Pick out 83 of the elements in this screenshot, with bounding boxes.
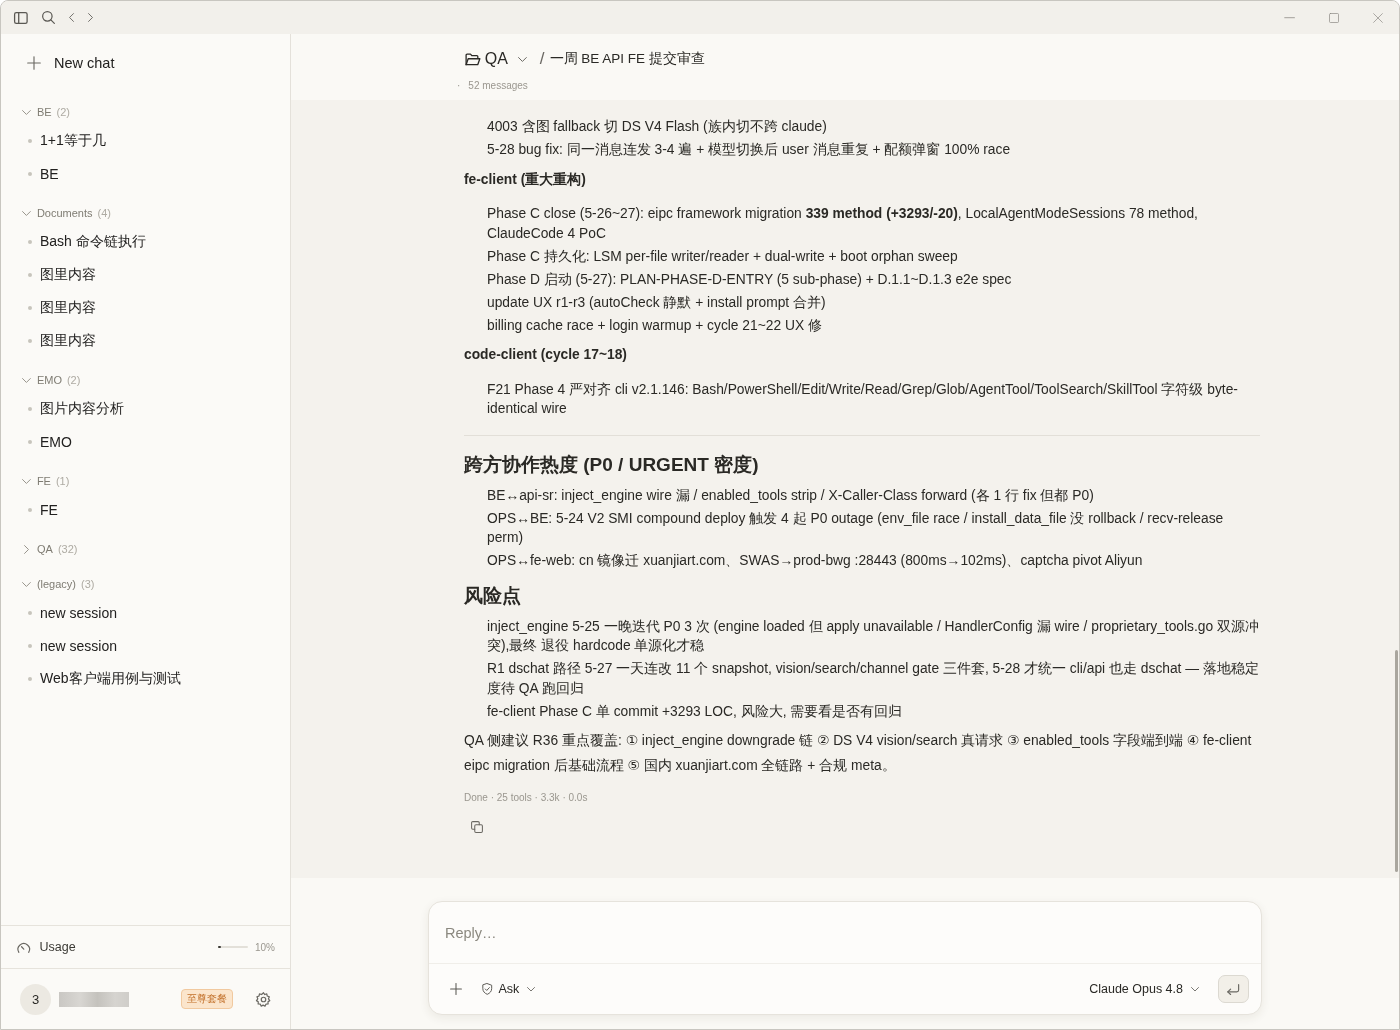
section-subheading: fe-client (重大重构) (464, 170, 587, 189)
chat-list-item[interactable]: 图里内容 (13, 291, 278, 324)
mode-dropdown[interactable]: Ask (478, 977, 540, 1001)
chat-list-item[interactable]: BE (13, 157, 278, 190)
reply-composer[interactable]: Reply… Ask Claude Opus 4.8 (428, 901, 1262, 1015)
folder-group-toggle[interactable]: Documents (4) (13, 201, 111, 225)
settings-icon[interactable] (256, 991, 271, 1007)
bullet-dot-icon (28, 406, 32, 411)
folder-group-toggle[interactable]: EMO (2) (13, 368, 81, 392)
return-icon (1227, 983, 1240, 995)
list-item-text: OPS↔BE: 5-24 V2 SMI compound deploy 触发 4 起 P0 outage (env_file race / install_data_file 没 rollback / recv-release perm) (487, 509, 1225, 547)
bullet-dot-icon (28, 643, 32, 648)
list-item-text: fe-client Phase C 单 commit +3293 LOC, 风险大, 需要看是否有回归 (487, 702, 904, 721)
close-icon[interactable] (1373, 12, 1383, 23)
usage-label: Usage (39, 940, 76, 954)
folder-group-toggle[interactable]: QA (32) (13, 537, 78, 561)
section-heading: 跨方协作热度 (P0 / URGENT 密度) (464, 452, 760, 477)
reply-input-field[interactable]: Reply… (429, 902, 1261, 964)
chat-list-item[interactable]: Bash 命令链执行 (13, 225, 278, 258)
list-item-text: inject_engine 5-25 一晚迭代 P0 3 次 (engine loaded 但 apply unavailable / HandlerConfig 漏 wire / proprietary_tools.go 双源冲突),最终 退役 hardcode 单源化才稳 (487, 617, 1260, 655)
bullet-dot-icon (28, 239, 32, 244)
list-item-text: billing cache race + login warmup + cycle 21~22 UX 修 (487, 316, 823, 335)
plus-icon (450, 983, 462, 995)
chat-title: 一周 BE API FE 提交审查 (549, 50, 705, 68)
folder-icon (465, 52, 481, 66)
list-item-text: Phase C 持久化: LSM per-file writer/reader + dual-write + boot orphan sweep (487, 247, 959, 266)
caret-icon (1191, 986, 1199, 992)
folder-group-toggle[interactable]: BE (2) (13, 100, 70, 124)
folder-group-toggle[interactable]: (legacy) (3) (13, 572, 95, 596)
bullet-dot-icon (28, 272, 32, 277)
bullet-dot-icon (28, 338, 32, 343)
paragraph-text: QA 侧建议 R36 重点覆盖: ① inject_engine downgrade 链 ② DS V4 vision/search 真请求 ③ enabled_tools 字段端到端 ④ fe-client eipc migration 后基础流程 ⑤ 国内 xuanjiart.com 全链路 + 合规 meta。 (464, 731, 1253, 775)
breadcrumb-separator: / (539, 49, 545, 69)
shield-check-icon (482, 983, 493, 995)
list-item-text: update UX r1-r3 (autoCheck 静默 + install prompt 合并) (487, 293, 827, 312)
chat-list-item[interactable]: 图片内容分析 (13, 392, 278, 425)
folder-group-toggle[interactable]: FE (1) (13, 469, 70, 493)
bullet-dot-icon (28, 138, 32, 143)
bullet-dot-icon (28, 171, 32, 176)
section-heading: 风险点 (464, 583, 522, 608)
model-dropdown[interactable]: Claude Opus 4.8 (1085, 977, 1203, 1001)
meta-separator: · (457, 79, 461, 91)
bullet-dot-icon (28, 439, 32, 444)
caret-icon (527, 986, 536, 992)
blurred-name-block (59, 991, 129, 1007)
chat-list-item[interactable]: EMO (13, 425, 278, 458)
chat-list-item[interactable]: FE (13, 493, 278, 526)
list-item-text: 5-28 bug fix: 同一消息连发 3-4 遍 + 模型切换后 user 消息重复 + 配额弹窗 100% race (487, 141, 1012, 159)
list-item-text: Phase C close (5-26~27): eipc framework migration 339 method (+3293/-20), LocalAgentModeSessions 78 method, ClaudeCode 4 PoC (487, 205, 1199, 243)
section-subheading: code-client (cycle 17~18) (464, 346, 628, 364)
plus-icon (27, 56, 41, 70)
send-button[interactable] (1218, 975, 1249, 1003)
list-item-text: F21 Phase 4 严对齐 cli v2.1.146: Bash/PowerShell/Edit/Write/Read/Grep/Glob/AgentTool/ToolSearch/SkillTool 字符级 byte-identical wire (487, 380, 1239, 418)
scrollbar-thumb[interactable] (1395, 650, 1398, 872)
bullet-dot-icon (28, 305, 32, 310)
chat-list-item[interactable]: new session (13, 596, 278, 629)
copy-icon (471, 821, 483, 833)
plan-badge: 至尊套餐 (181, 989, 233, 1009)
chat-list-item[interactable]: 图里内容 (13, 258, 278, 291)
message-count: 52 messages (468, 79, 528, 91)
response-status: Done · 25 tools · 3.3k · 0.0s (464, 791, 589, 805)
chat-list-item[interactable]: new session (13, 629, 278, 662)
forward-chevron-icon[interactable] (87, 13, 93, 22)
gauge-icon (17, 941, 31, 953)
project-menu-button[interactable]: QA (465, 48, 527, 70)
list-item-text: 4003 含图 fallback 切 DS V4 Flash (族内切不跨 claude) (487, 118, 828, 136)
list-item-text: OPS↔fe-web: cn 镜像迁 xuanjiart.com、SWAS→prod-bwg :28443 (800ms→102ms)、captcha pivot Aliyun (487, 552, 1144, 570)
back-chevron-icon[interactable] (68, 13, 74, 22)
usage-percent: 10% (254, 941, 275, 953)
chat-list-item[interactable]: 图里内容 (13, 324, 278, 357)
new-chat-button[interactable]: New chat (13, 45, 278, 81)
list-item-text: BE↔api-sr: inject_engine wire 漏 / enabled_tools strip / X-Caller-Class forward (各 1 行 fix 但都 P0) (487, 486, 1095, 505)
avatar-circle[interactable]: 3 (20, 983, 51, 1015)
caret-icon (517, 56, 527, 62)
chat-list-item[interactable]: Web客户端用例与测试 (13, 662, 278, 695)
sidebar-toggle-icon[interactable] (14, 11, 28, 24)
bullet-dot-icon (28, 676, 32, 681)
search-icon[interactable] (41, 11, 55, 24)
chat-list-item[interactable]: 1+1等于几 (13, 124, 278, 157)
maximize-icon[interactable] (1329, 12, 1339, 23)
bullet-dot-icon (28, 610, 32, 615)
bullet-dot-icon (28, 507, 32, 512)
list-item-text: Phase D 启动 (5-27): PLAN-PHASE-D-ENTRY (5 sub-phase) + D.1.1~D.1.3 e2e spec (487, 270, 1013, 289)
